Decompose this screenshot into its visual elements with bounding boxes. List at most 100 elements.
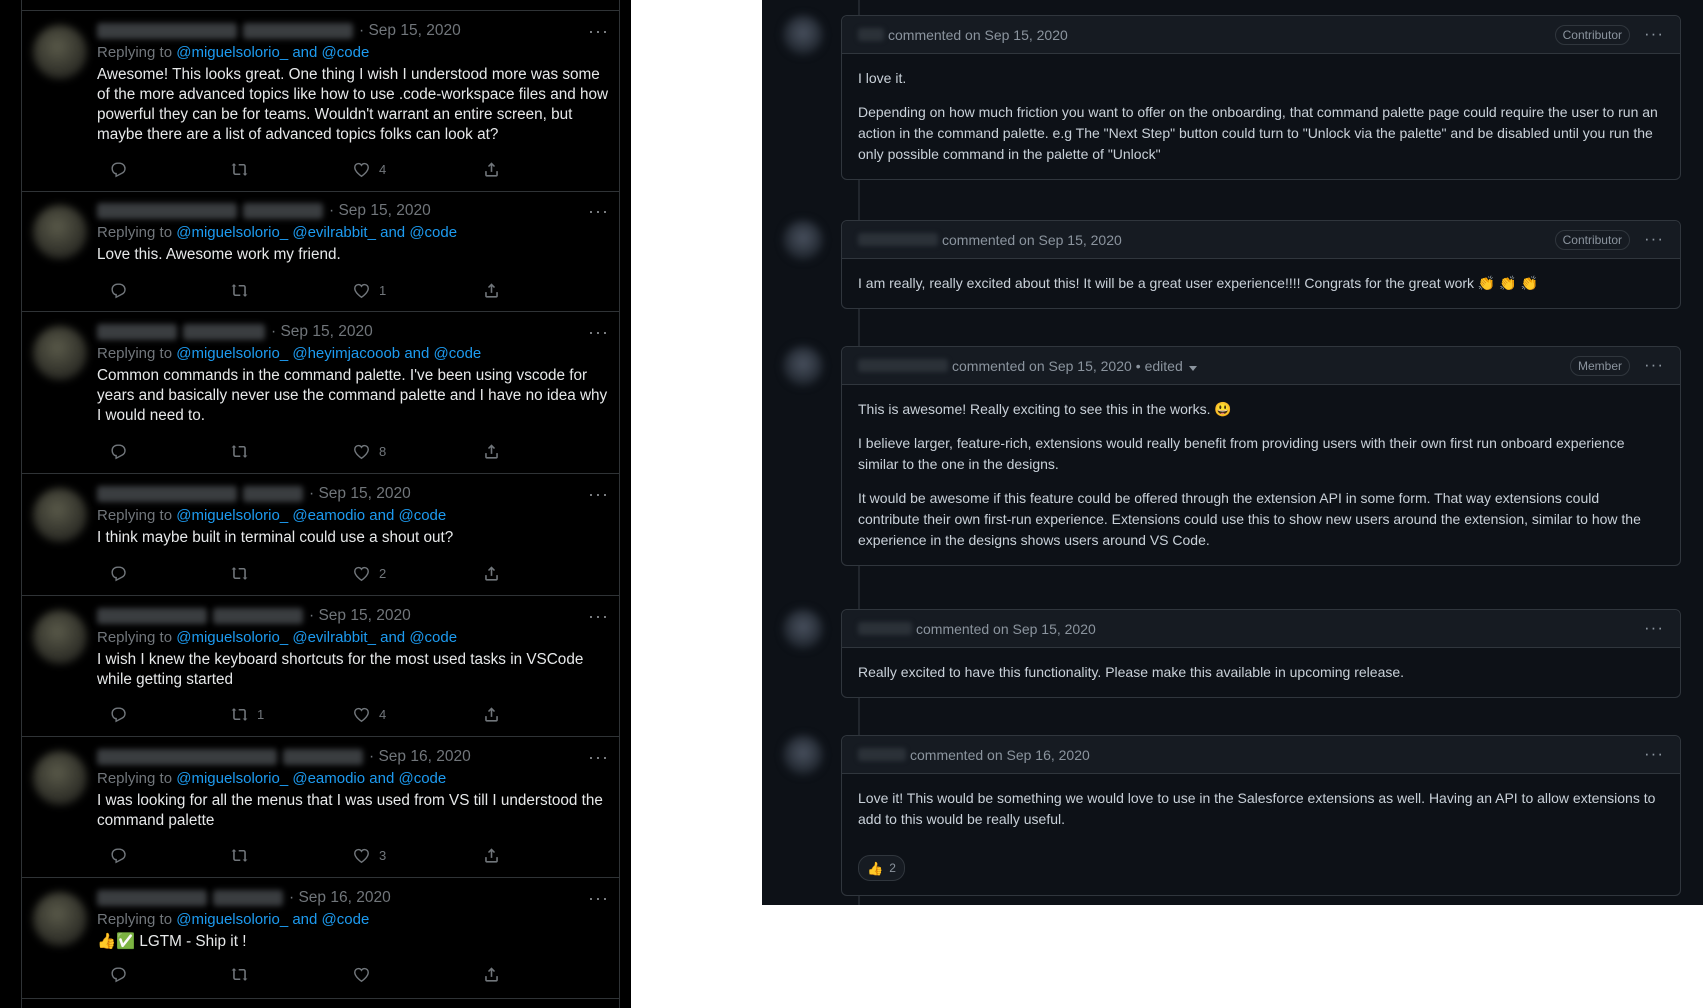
mention-link[interactable]: @miguelsolorio_ xyxy=(176,44,288,61)
like-button[interactable]: 2 xyxy=(352,564,386,583)
share-button[interactable] xyxy=(482,564,501,583)
avatar[interactable] xyxy=(33,205,87,259)
mention-link[interactable]: @miguelsolorio_ xyxy=(176,507,288,524)
reply-button[interactable] xyxy=(109,442,128,461)
more-options-icon[interactable]: ··· xyxy=(1644,229,1664,249)
reply-button[interactable] xyxy=(109,564,128,583)
retweet-button[interactable] xyxy=(230,281,257,300)
more-options-icon[interactable]: ··· xyxy=(1644,744,1664,764)
avatar[interactable] xyxy=(33,610,87,664)
like-button[interactable]: 4 xyxy=(352,705,386,724)
tweet-actions: 1 xyxy=(97,281,537,301)
avatar[interactable] xyxy=(33,326,87,380)
avatar[interactable] xyxy=(783,15,823,55)
avatar[interactable] xyxy=(783,609,823,649)
tweet-date[interactable]: · Sep 15, 2020 xyxy=(359,22,461,40)
mention-link[interactable]: and @code xyxy=(380,629,457,646)
share-button[interactable] xyxy=(482,442,501,461)
share-button[interactable] xyxy=(482,160,501,179)
mention-link[interactable]: @evilrabbit_ xyxy=(292,629,376,646)
tweet-actions: 3 xyxy=(97,846,537,866)
mention-link[interactable]: and @code xyxy=(369,770,446,787)
more-options-icon[interactable]: ··· xyxy=(588,888,609,909)
like-button[interactable]: 3 xyxy=(352,846,386,865)
share-button[interactable] xyxy=(482,965,501,984)
mention-link[interactable]: @eamodio xyxy=(292,770,365,787)
share-button[interactable] xyxy=(482,846,501,865)
tweet[interactable]: · Sep 16, 2020 ··· Replying to @miguelso… xyxy=(21,737,619,878)
more-options-icon[interactable]: ··· xyxy=(588,322,609,343)
retweet-button[interactable] xyxy=(230,846,257,865)
mention-link[interactable]: and @code xyxy=(404,345,481,362)
share-button[interactable] xyxy=(482,281,501,300)
retweet-button[interactable]: 1 xyxy=(230,705,264,724)
twitter-replies-panel: · Sep 15, 2020 ··· Replying to @miguelso… xyxy=(0,0,631,1008)
retweet-button[interactable] xyxy=(230,442,257,461)
retweet-button[interactable] xyxy=(230,564,257,583)
comment-meta[interactable]: commented on Sep 16, 2020 xyxy=(910,747,1090,763)
reply-button[interactable] xyxy=(109,705,128,724)
tweet-date[interactable]: · Sep 15, 2020 xyxy=(309,607,411,625)
mention-link[interactable]: @miguelsolorio_ xyxy=(176,224,288,241)
replying-to: Replying to @miguelsolorio_ @evilrabbit_… xyxy=(97,224,458,241)
avatar[interactable] xyxy=(33,25,87,79)
mention-link[interactable]: @miguelsolorio_ xyxy=(176,770,288,787)
tweet[interactable]: · Sep 15, 2020 ··· Replying to @miguelso… xyxy=(21,312,619,474)
tweet[interactable]: · Sep 15, 2020 ··· Replying to @miguelso… xyxy=(21,11,619,192)
mention-link[interactable]: @evilrabbit_ xyxy=(292,224,376,241)
avatar[interactable] xyxy=(783,220,823,260)
avatar[interactable] xyxy=(33,488,87,542)
comment-meta[interactable]: commented on Sep 15, 2020 xyxy=(916,621,1096,637)
comment-meta[interactable]: commented on Sep 15, 2020 xyxy=(942,232,1122,248)
tweet[interactable]: · Sep 15, 2020 ··· Replying to @miguelso… xyxy=(21,596,619,737)
like-button[interactable]: 1 xyxy=(352,281,386,300)
mention-link[interactable]: @miguelsolorio_ xyxy=(176,911,288,928)
mention-link[interactable]: and @code xyxy=(380,224,457,241)
mention-link[interactable]: @heyimjacooob xyxy=(292,345,400,362)
tweet-date[interactable]: · Sep 15, 2020 xyxy=(271,323,373,341)
mention-link[interactable]: and @code xyxy=(369,507,446,524)
reply-button[interactable] xyxy=(109,281,128,300)
more-options-icon[interactable]: ··· xyxy=(1644,24,1664,44)
comment-meta[interactable]: commented on Sep 15, 2020 xyxy=(888,27,1068,43)
avatar[interactable] xyxy=(33,751,87,805)
tweet-date[interactable]: · Sep 15, 2020 xyxy=(329,202,431,220)
more-options-icon[interactable]: ··· xyxy=(588,747,609,768)
tweet-date[interactable]: · Sep 16, 2020 xyxy=(289,889,391,907)
more-options-icon[interactable]: ··· xyxy=(1644,355,1664,375)
tweet-date[interactable]: · Sep 16, 2020 xyxy=(369,748,471,766)
avatar[interactable] xyxy=(783,735,823,775)
comment-meta[interactable]: commented on Sep 15, 2020 xyxy=(952,358,1132,374)
retweet-button[interactable] xyxy=(230,965,257,984)
tweet-date[interactable]: · Sep 15, 2020 xyxy=(309,485,411,503)
share-button[interactable] xyxy=(482,705,501,724)
more-options-icon[interactable]: ··· xyxy=(588,484,609,505)
tweet[interactable]: · Sep 15, 2020 ··· Replying to @miguelso… xyxy=(21,474,619,596)
mention-link[interactable]: @eamodio xyxy=(292,507,365,524)
comment-body: I love it. Depending on how much frictio… xyxy=(858,70,1658,162)
mention-link[interactable]: and @code xyxy=(292,911,369,928)
tweet[interactable]: · Sep 16, 2020 ··· Replying to @miguelso… xyxy=(21,878,619,999)
more-options-icon[interactable]: ··· xyxy=(588,606,609,627)
mention-link[interactable]: @miguelsolorio_ xyxy=(176,345,288,362)
thumbs-up-reaction[interactable]: 👍 2 xyxy=(858,855,905,881)
like-button[interactable]: 8 xyxy=(352,442,386,461)
more-options-icon[interactable]: ··· xyxy=(588,201,609,222)
author-name-redacted xyxy=(97,203,237,219)
avatar[interactable] xyxy=(783,346,823,386)
reaction-count: 2 xyxy=(889,860,896,875)
more-options-icon[interactable]: ··· xyxy=(1644,618,1664,638)
more-options-icon[interactable]: ··· xyxy=(588,21,609,42)
avatar[interactable] xyxy=(33,892,87,946)
reply-button[interactable] xyxy=(109,965,128,984)
mention-link[interactable]: @miguelsolorio_ xyxy=(176,629,288,646)
heart-icon xyxy=(354,444,369,460)
edited-dropdown[interactable]: • edited xyxy=(1136,358,1197,374)
tweet[interactable]: · Sep 15, 2020 ··· Replying to @miguelso… xyxy=(21,191,619,312)
like-button[interactable]: 4 xyxy=(352,160,386,179)
mention-link[interactable]: and @code xyxy=(292,44,369,61)
reply-button[interactable] xyxy=(109,160,128,179)
retweet-button[interactable] xyxy=(230,160,257,179)
reply-button[interactable] xyxy=(109,846,128,865)
like-button[interactable] xyxy=(352,965,379,984)
